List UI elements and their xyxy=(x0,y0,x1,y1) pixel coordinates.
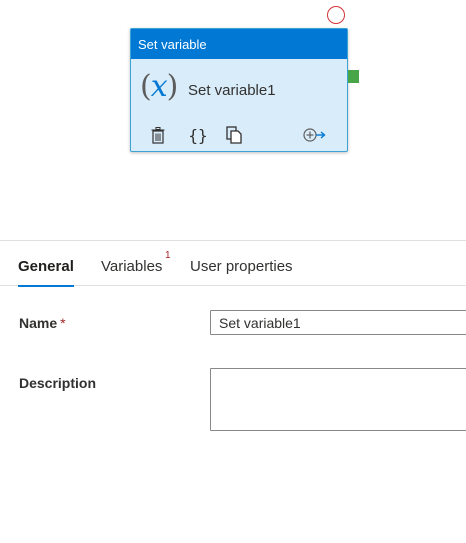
variable-fx-icon: (x) xyxy=(140,69,179,105)
set-variable-activity-node[interactable]: Set variable (x) Set variable1 {} xyxy=(130,28,348,152)
success-path-handle[interactable] xyxy=(348,70,359,83)
copy-icon[interactable] xyxy=(224,125,244,145)
delete-icon[interactable] xyxy=(149,125,167,145)
name-label: Name * xyxy=(19,315,66,331)
tab-general[interactable]: General xyxy=(18,258,74,287)
name-input[interactable] xyxy=(210,310,466,335)
activity-actions: {} xyxy=(131,121,347,147)
tab-variables[interactable]: Variables xyxy=(101,258,162,276)
required-marker: * xyxy=(60,315,66,331)
fx-variable-x: x xyxy=(150,69,168,104)
pipeline-canvas[interactable]: Set variable (x) Set variable1 {} xyxy=(0,0,466,240)
variables-count-badge: 1 xyxy=(165,250,171,261)
tab-user-properties[interactable]: User properties xyxy=(190,258,293,276)
description-label: Description xyxy=(19,375,97,391)
code-icon[interactable]: {} xyxy=(187,125,209,145)
activity-body: (x) Set variable1 {} xyxy=(131,59,347,151)
failure-path-handle[interactable] xyxy=(327,6,345,24)
fx-close-paren: ) xyxy=(166,69,179,104)
properties-tabs: General Variables 1 User properties xyxy=(0,241,466,287)
description-input[interactable] xyxy=(210,368,466,431)
name-label-text: Name xyxy=(19,315,58,331)
activity-type-title: Set variable xyxy=(131,29,347,59)
add-output-icon[interactable] xyxy=(303,125,327,145)
fx-open-paren: ( xyxy=(140,69,152,104)
activity-name: Set variable1 xyxy=(188,82,276,99)
